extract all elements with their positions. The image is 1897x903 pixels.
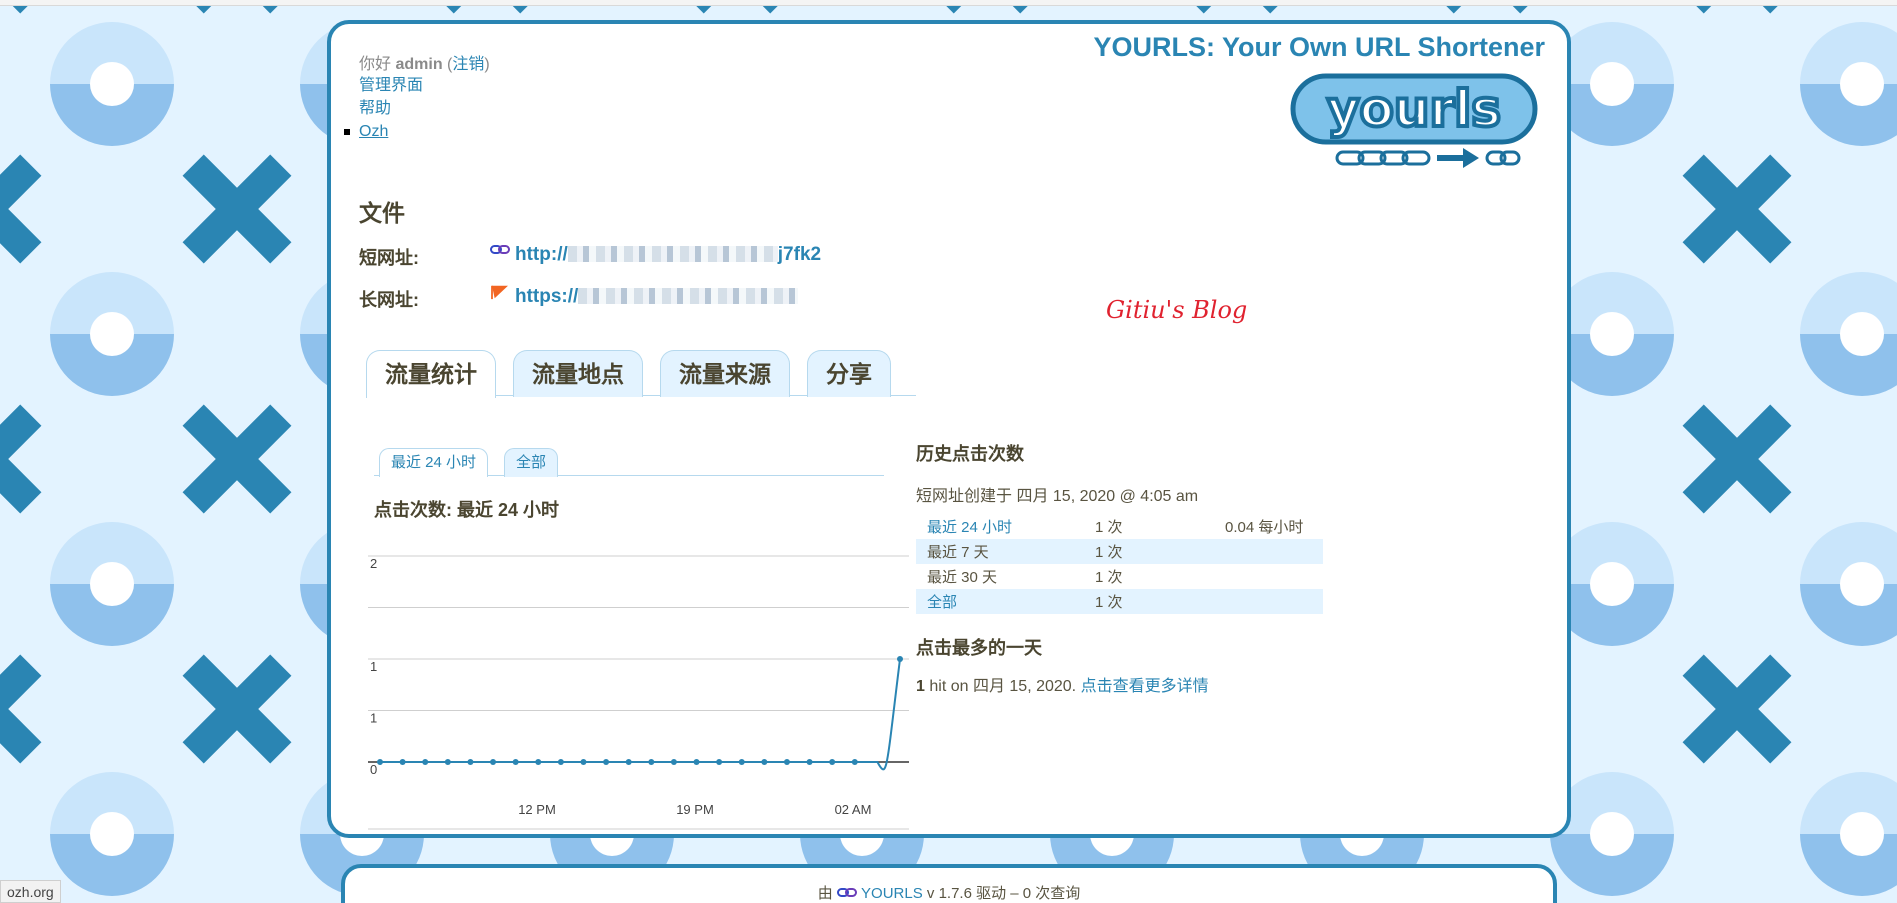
x-tick-label: 12 PM [518,802,556,817]
history-table: 最近 24 小时 1 次 0.04 每小时 最近 7 天1 次最近 30 天1 次全部… [916,514,1323,614]
tab-traffic-stats[interactable]: 流量统计 [366,350,496,398]
data-point [783,759,790,765]
history-title: 历史点击次数 [916,444,1024,464]
history-row: 最近 24 小时 1 次 0.04 每小时 [916,514,1323,539]
subtab-last-24h[interactable]: 最近 24 小时 [379,448,489,477]
data-point [716,759,723,765]
logout-link[interactable]: 注销 [452,56,484,73]
redacted-region [578,288,799,304]
data-point [444,759,451,765]
data-point [761,759,768,765]
data-point [851,759,858,765]
tab-traffic-source[interactable]: 流量来源 [660,350,790,397]
redacted-region [567,246,778,262]
help-link[interactable]: 帮助 [359,97,423,120]
y-tick-label: 0 [370,762,377,777]
data-point [738,759,745,765]
subtab-all[interactable]: 全部 [504,448,559,477]
y-tick-label: 2 [370,556,377,571]
data-point [490,759,497,765]
history-rate: 0.04 每小时 [1225,519,1304,536]
main-panel: 你好 admin (注销) 管理界面 帮助 Ozh YOURLS: Your O… [327,20,1571,838]
link-icon [490,245,510,254]
footer-suffix: v 1.7.6 驱动 – 0 次查询 [926,885,1081,902]
data-point [897,656,903,662]
data-point [512,759,519,765]
tab-share[interactable]: 分享 [807,350,891,397]
best-day-text: hit on 四月 15, 2020. [929,678,1077,695]
history-count: 1 次 [1095,569,1123,586]
history-row: 最近 7 天1 次 [916,539,1323,564]
data-point [625,759,632,765]
data-point [806,759,813,765]
watermark-text: Gitiu's Blog [1106,296,1248,324]
greeting-text: 你好 [359,56,392,73]
more-details-link[interactable]: 点击查看更多详情 [1081,678,1209,695]
section-title: 文件 [359,200,405,226]
footer-prefix: 由 [817,885,833,902]
history-period: 最近 30 天 [927,569,998,586]
site-title[interactable]: YOURLS: Your Own URL Shortener [1093,32,1545,63]
data-point [377,759,383,765]
username: admin [395,56,443,73]
history-count: 1 次 [1084,539,1214,564]
long-url-link[interactable]: https:// [515,286,799,308]
history-rate [1214,564,1323,589]
yourls-logo[interactable]: yourls [1289,70,1539,182]
admin-interface-link[interactable]: 管理界面 [359,74,423,97]
logo-text: yourls [1327,80,1501,138]
long-url-row: 长网址: https:// [359,285,799,312]
short-url-label: 短网址: [359,248,419,268]
y-tick-label: 1 [370,711,377,726]
best-day-count: 1 [916,678,925,695]
nav-links: 管理界面 帮助 Ozh [343,74,423,143]
best-day-title: 点击最多的一天 [916,638,1042,658]
clicks-line-chart: 0 1 1 2 12 PM 19 PM 02 AM [368,555,909,830]
series-line [380,658,901,771]
data-point [422,759,429,765]
history-count: 1 次 [1095,519,1123,536]
history-period-link[interactable]: 最近 24 小时 [927,519,1012,536]
data-point [580,759,587,765]
data-point [557,759,564,765]
data-point [535,759,542,765]
history-period-link[interactable]: 全部 [927,594,957,611]
status-bar-url: ozh.org [0,880,61,903]
data-point [648,759,655,765]
ozh-link[interactable]: Ozh [343,120,423,143]
x-tick-label: 19 PM [676,802,714,817]
long-url-label: 长网址: [359,290,419,310]
y-tick-label: 1 [370,659,377,674]
stats-tabs: 流量统计 流量地点 流量来源 分享 [366,350,916,398]
history-rate [1214,589,1323,614]
history-period: 最近 7 天 [916,539,1084,564]
short-url-row: 短网址: http://j7fk2 [359,244,821,270]
data-point [603,759,610,765]
chart-title: 点击次数: 最近 24 小时 [374,500,560,520]
browser-top-edge [0,0,1897,6]
best-day-line: 1 hit on 四月 15, 2020. 点击查看更多详情 [916,672,1209,696]
period-subtabs: 最近 24 小时 全部 [374,448,884,477]
history-row: 最近 30 天 1 次 [916,564,1323,589]
history-row: 全部 1 次 [916,589,1323,614]
x-tick-label: 02 AM [835,802,872,817]
tab-traffic-location[interactable]: 流量地点 [513,350,643,397]
history-count: 1 次 [1084,589,1214,614]
created-date: 短网址创建于 四月 15, 2020 @ 4:05 am [916,488,1199,505]
favicon-icon [491,285,508,300]
footer-yourls-link[interactable]: YOURLS [861,885,923,902]
data-point [829,759,836,765]
data-point [399,759,406,765]
short-url-link[interactable]: http://j7fk2 [515,244,821,266]
data-point [467,759,474,765]
footer-panel: 由 YOURLS v 1.7.6 驱动 – 0 次查询 [341,864,1557,903]
data-point [670,759,677,765]
yourls-link-icon [836,888,857,897]
data-point [693,759,700,765]
history-rate [1214,539,1323,564]
admin-line: 你好 admin (注销) [359,56,490,73]
